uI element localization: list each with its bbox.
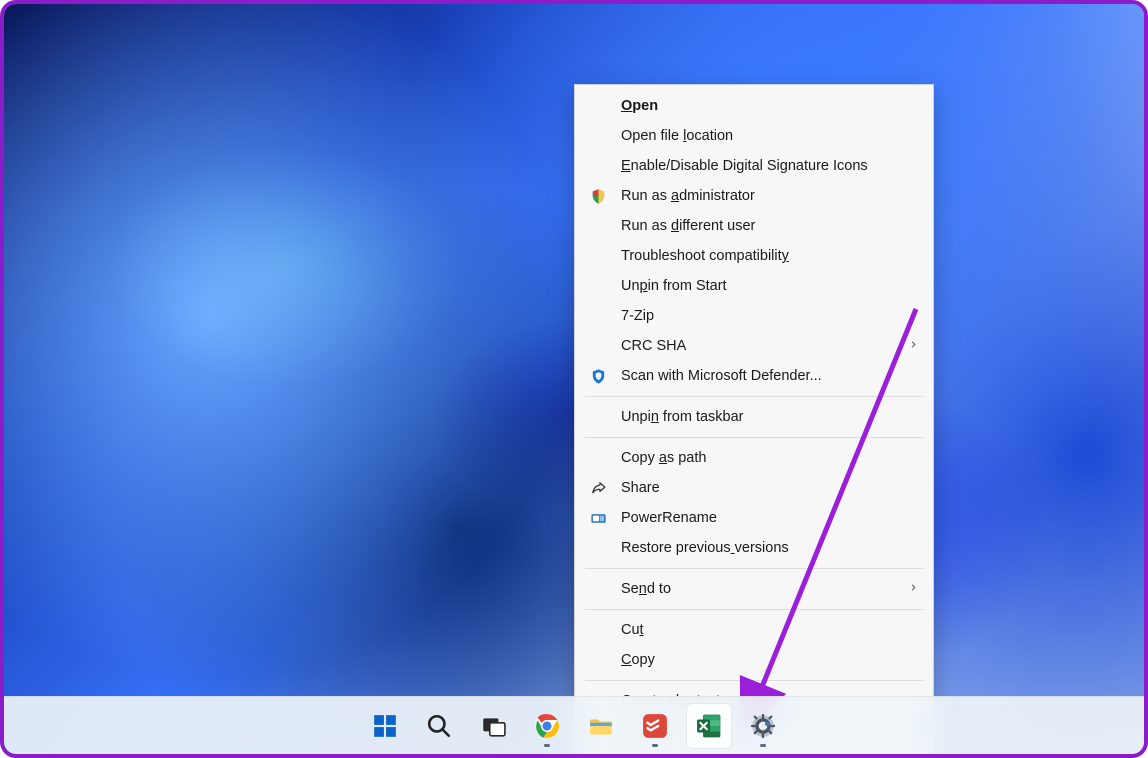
menu-item-label: 7-Zip xyxy=(621,308,900,324)
powerrename-icon xyxy=(589,509,607,527)
todoist-button[interactable] xyxy=(632,703,678,749)
menu-item-restore-previous-versions[interactable]: Restore previous versions xyxy=(575,533,933,563)
menu-item-send-to[interactable]: Send to xyxy=(575,574,933,604)
menu-item-label: PowerRename xyxy=(621,510,919,526)
defender-icon xyxy=(589,367,607,385)
menu-item-copy[interactable]: Copy xyxy=(575,645,933,675)
file-explorer-button[interactable] xyxy=(578,703,624,749)
chevron-right-icon xyxy=(908,339,919,353)
menu-separator xyxy=(585,396,923,397)
excel-icon xyxy=(695,712,723,740)
menu-item-copy-as-path[interactable]: Copy as path xyxy=(575,443,933,473)
menu-item-label: Send to xyxy=(621,581,900,597)
menu-item-run-as-administrator[interactable]: Run as administrator xyxy=(575,181,933,211)
menu-item-unpin-from-taskbar[interactable]: Unpin from taskbar xyxy=(575,402,933,432)
chrome-icon xyxy=(533,712,561,740)
menu-item-label: Run as different user xyxy=(621,218,919,234)
menu-item-run-as-different-user[interactable]: Run as different user xyxy=(575,211,933,241)
menu-item-label: Run as administrator xyxy=(621,188,919,204)
windows-icon xyxy=(371,712,399,740)
explorer-icon xyxy=(587,712,615,740)
menu-item-share[interactable]: Share xyxy=(575,473,933,503)
chevron-right-icon xyxy=(908,582,919,596)
menu-item-troubleshoot-compatibility[interactable]: Troubleshoot compatibility xyxy=(575,241,933,271)
menu-item-7-zip[interactable]: 7-Zip xyxy=(575,301,933,331)
menu-item-crc-sha[interactable]: CRC SHA xyxy=(575,331,933,361)
menu-item-label: Enable/Disable Digital Signature Icons xyxy=(621,158,919,174)
search-button[interactable] xyxy=(416,703,462,749)
menu-separator xyxy=(585,437,923,438)
excel-button[interactable] xyxy=(686,703,732,749)
task-view-button[interactable] xyxy=(470,703,516,749)
menu-separator xyxy=(585,568,923,569)
settings-button[interactable] xyxy=(740,703,786,749)
taskview-icon xyxy=(479,712,507,740)
taskbar xyxy=(4,696,1144,754)
start-button[interactable] xyxy=(362,703,408,749)
menu-separator xyxy=(585,680,923,681)
menu-item-label: Troubleshoot compatibility xyxy=(621,248,919,264)
menu-item-label: Restore previous versions xyxy=(621,540,919,556)
menu-item-label: Share xyxy=(621,480,919,496)
menu-separator xyxy=(585,609,923,610)
menu-item-cut[interactable]: Cut xyxy=(575,615,933,645)
menu-item-open[interactable]: Open xyxy=(575,91,933,121)
share-icon xyxy=(589,479,607,497)
taskbar-context-menu: Open Open file location Enable/Disable Dig… xyxy=(574,84,934,758)
todoist-icon xyxy=(641,712,669,740)
menu-item-label: Scan with Microsoft Defender... xyxy=(621,368,919,384)
menu-item-open-file-location[interactable]: Open file location xyxy=(575,121,933,151)
menu-item-enable-disable-digital-signature-icons[interactable]: Enable/Disable Digital Signature Icons xyxy=(575,151,933,181)
menu-item-label: Copy as path xyxy=(621,450,919,466)
menu-item-label: Unpin from Start xyxy=(621,278,919,294)
menu-item-label: CRC SHA xyxy=(621,338,900,354)
shield-uac-icon xyxy=(589,187,607,205)
menu-item-unpin-from-start[interactable]: Unpin from Start xyxy=(575,271,933,301)
menu-item-label: Copy xyxy=(621,652,919,668)
menu-item-powerrename[interactable]: PowerRename xyxy=(575,503,933,533)
chevron-right-icon xyxy=(908,309,919,323)
menu-item-label: Open file location xyxy=(621,128,919,144)
menu-item-scan-with-microsoft-defender[interactable]: Scan with Microsoft Defender... xyxy=(575,361,933,391)
gear-icon xyxy=(749,712,777,740)
chrome-button[interactable] xyxy=(524,703,570,749)
menu-item-label: Open xyxy=(621,98,919,114)
search-icon xyxy=(425,712,453,740)
menu-item-label: Unpin from taskbar xyxy=(621,409,919,425)
menu-item-label: Cut xyxy=(621,622,919,638)
